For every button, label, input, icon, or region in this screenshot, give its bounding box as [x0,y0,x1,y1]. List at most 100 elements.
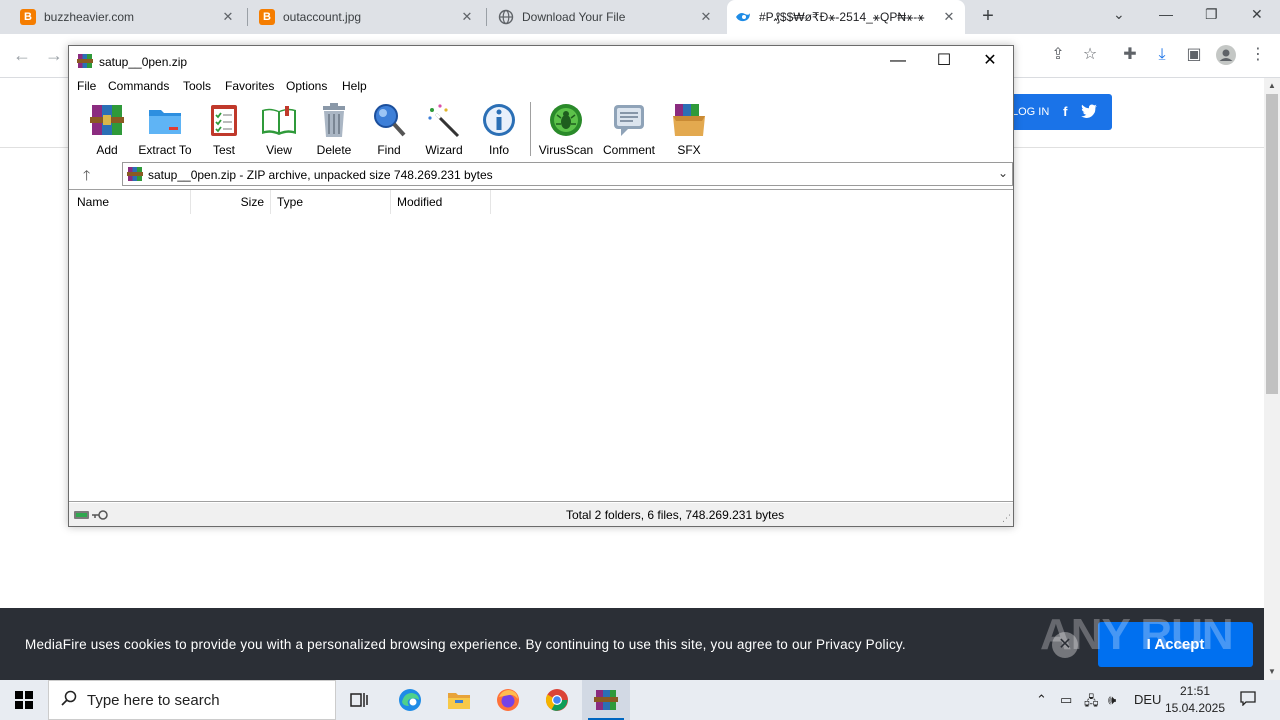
comment-icon [611,102,647,138]
minimize-icon[interactable]: — [1159,6,1173,22]
taskbar-clock[interactable]: 21:51 15.04.2025 [1163,683,1227,717]
back-icon[interactable]: ← [13,45,31,66]
folder-icon [147,102,183,138]
file-explorer-icon[interactable] [435,680,483,720]
chevron-down-icon[interactable]: ⌄ [1113,6,1125,23]
chevron-down-icon[interactable]: ⌄ [998,166,1008,180]
virusscan-button[interactable]: VirusScan [536,102,596,160]
comment-button[interactable]: Comment [599,102,659,160]
drive-icon [74,509,90,519]
menu-tools[interactable]: Tools [183,79,211,93]
winrar-taskbar-icon[interactable] [582,680,630,720]
magic-wand-icon [426,102,462,138]
twitter-icon[interactable] [1081,104,1098,120]
test-label: Test [212,143,235,157]
winrar-menubar: File Commands Tools Favorites Options He… [69,76,1013,96]
toolbar-separator [530,102,531,156]
delete-button[interactable]: Delete [304,102,364,160]
tab-outaccount[interactable]: B outaccount.jpg ✕ [251,0,483,34]
chrome-icon[interactable] [533,680,581,720]
scrollbar-thumb[interactable] [1266,94,1278,394]
scroll-down-icon[interactable]: ▼ [1264,664,1280,680]
status-bar: Total 2 folders, 6 files, 748.269.231 by… [69,503,1013,526]
edge-icon[interactable] [386,680,434,720]
menu-options[interactable]: Options [286,79,327,93]
taskbar-search[interactable]: Type here to search [48,680,336,720]
windows-logo-icon [15,691,33,709]
status-text: Total 2 folders, 6 files, 748.269.231 by… [566,508,785,522]
close-icon[interactable]: ✕ [1251,6,1263,23]
firefox-icon[interactable] [484,680,532,720]
book-icon [261,102,297,138]
archive-path-dropdown[interactable]: satup__0pen.zip - ZIP archive, unpacked … [122,162,1013,186]
resize-grip-icon[interactable]: ⋰ [1002,513,1011,524]
menu-file[interactable]: File [77,79,96,93]
up-arrow-icon[interactable]: 🡑 [83,165,90,189]
volume-icon[interactable]: 🕪 [1108,692,1116,708]
page-scrollbar[interactable]: ▲ ▼ [1264,78,1280,680]
network-icon[interactable]: 🖧 [1084,692,1099,714]
view-button[interactable]: View [249,102,309,160]
column-type[interactable]: Type [271,190,391,214]
menu-favorites[interactable]: Favorites [225,79,274,93]
menu-commands[interactable]: Commands [108,79,169,93]
trash-icon [316,102,352,138]
winrar-archive-icon [127,166,143,182]
close-icon[interactable]: ✕ [459,9,475,25]
close-icon[interactable]: ✕ [698,9,714,25]
profile-icon[interactable] [1216,45,1236,65]
meet-now-icon[interactable]: ▭ [1060,692,1072,708]
more-menu-icon[interactable]: ⋮ [1248,45,1268,65]
bookmark-star-icon[interactable]: ☆ [1080,45,1100,65]
start-button[interactable] [0,680,48,720]
column-name[interactable]: Name [69,190,191,214]
facebook-icon[interactable]: f [1057,104,1073,120]
maximize-icon[interactable]: ☐ [921,50,967,72]
checklist-icon [206,102,242,138]
column-size[interactable]: Size [191,190,271,214]
task-view-icon[interactable] [336,680,384,720]
tab-mediafire-active[interactable]: #P₰$$₩ø₹Ð⚹-2514_⚹QP₦⚹-⚹ ✕ [727,0,965,34]
menu-help[interactable]: Help [342,79,367,93]
clock-date: 15.04.2025 [1164,701,1226,715]
sfx-box-icon [671,102,707,138]
add-button[interactable]: Add [77,102,137,160]
restore-icon[interactable]: ❐ [1205,6,1218,23]
side-panel-icon[interactable]: ▣ [1184,45,1204,65]
globe-icon [498,9,514,25]
share-icon[interactable]: ⇪ [1048,45,1068,65]
wizard-button[interactable]: Wizard [414,102,474,160]
info-label: Info [488,143,509,157]
winrar-titlebar[interactable]: satup__0pen.zip — ☐ ✕ [69,46,1013,76]
close-icon[interactable]: ✕ [1052,632,1078,658]
column-modified[interactable]: Modified [391,190,491,214]
test-button[interactable]: Test [194,102,254,160]
mediafire-icon [735,9,751,25]
tab-download-your-file[interactable]: Download Your File ✕ [490,0,722,34]
download-icon[interactable]: ⤓ [1152,45,1172,65]
info-button[interactable]: Info [469,102,529,160]
close-icon[interactable]: ✕ [220,9,236,25]
find-button[interactable]: Find [359,102,419,160]
file-list[interactable]: Name Size Type Modified [69,189,1013,502]
tab-title: buzzheavier.com [44,10,135,24]
language-indicator[interactable]: DEU [1134,692,1161,707]
new-tab-button[interactable]: + [978,6,998,26]
chevron-up-icon[interactable]: ⌃ [1036,692,1047,708]
notifications-icon[interactable] [1240,690,1256,709]
sfx-button[interactable]: SFX [659,102,719,160]
login-label: LOG IN [1012,106,1050,118]
minimize-icon[interactable]: — [875,50,921,72]
scroll-up-icon[interactable]: ▲ [1264,78,1280,94]
tab-buzzheavier[interactable]: B buzzheavier.com ✕ [12,0,244,34]
close-icon[interactable]: ✕ [941,9,957,25]
magnifier-icon [371,102,407,138]
extensions-icon[interactable]: ✚ [1120,45,1140,65]
close-icon[interactable]: ✕ [967,50,1013,72]
extract-to-button[interactable]: Extract To [135,102,195,160]
path-bar: 🡑 satup__0pen.zip - ZIP archive, unpacke… [69,160,1013,188]
search-icon [61,690,79,710]
login-button[interactable]: LOG IN f [1000,94,1112,130]
forward-icon[interactable]: → [45,45,63,66]
tab-title: Download Your File [522,10,626,24]
